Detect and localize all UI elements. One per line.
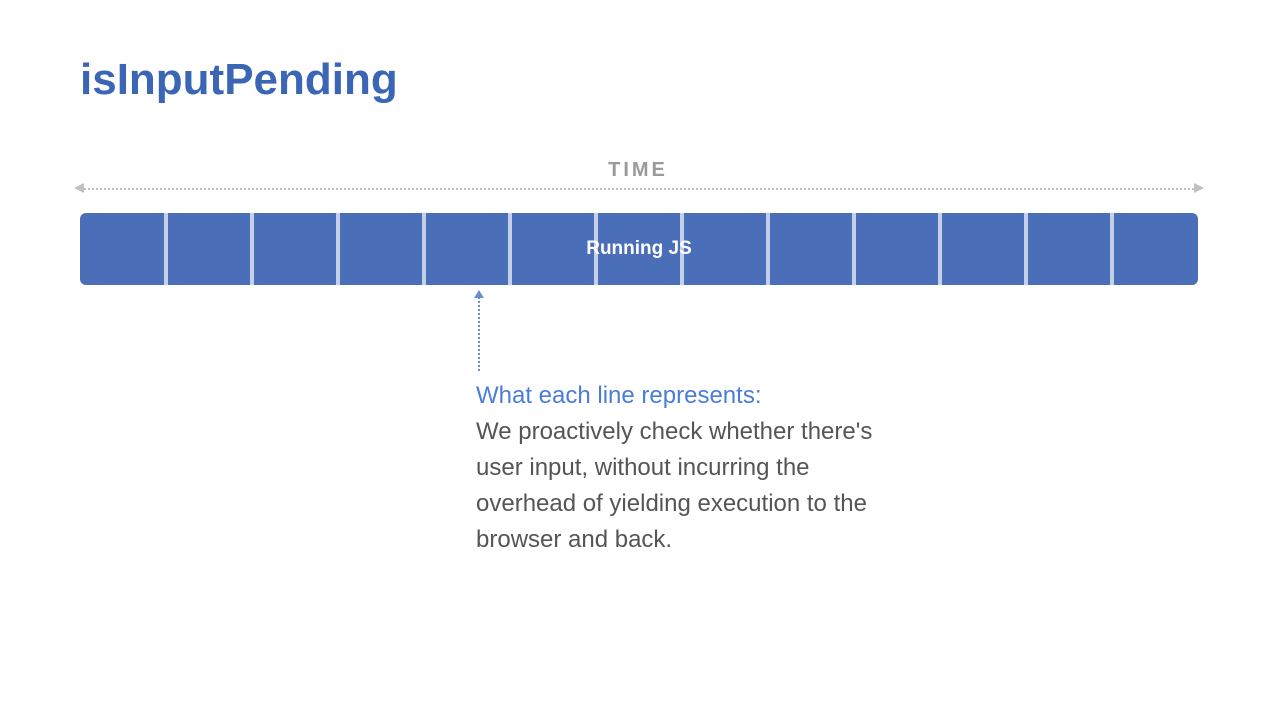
- bar-divider: [1110, 213, 1114, 285]
- callout-body: We proactively check whether there's use…: [476, 418, 872, 553]
- bar-divider: [1024, 213, 1028, 285]
- bar-divider: [938, 213, 942, 285]
- bar-divider: [422, 213, 426, 285]
- time-axis: [80, 188, 1198, 190]
- bar-label: Running JS: [586, 238, 692, 260]
- arrow-left-icon: [74, 183, 84, 193]
- bar-divider: [336, 213, 340, 285]
- time-axis-label: TIME: [608, 159, 668, 182]
- arrow-right-icon: [1194, 183, 1204, 193]
- callout-text: What each line represents: We proactivel…: [476, 378, 896, 558]
- callout-heading: What each line represents:: [476, 382, 761, 409]
- running-js-bar: Running JS: [80, 213, 1198, 285]
- bar-divider: [766, 213, 770, 285]
- bar-divider: [164, 213, 168, 285]
- bar-divider: [852, 213, 856, 285]
- callout-connector: [478, 293, 480, 371]
- page-title: isInputPending: [80, 55, 398, 105]
- bar-divider: [250, 213, 254, 285]
- bar-divider: [508, 213, 512, 285]
